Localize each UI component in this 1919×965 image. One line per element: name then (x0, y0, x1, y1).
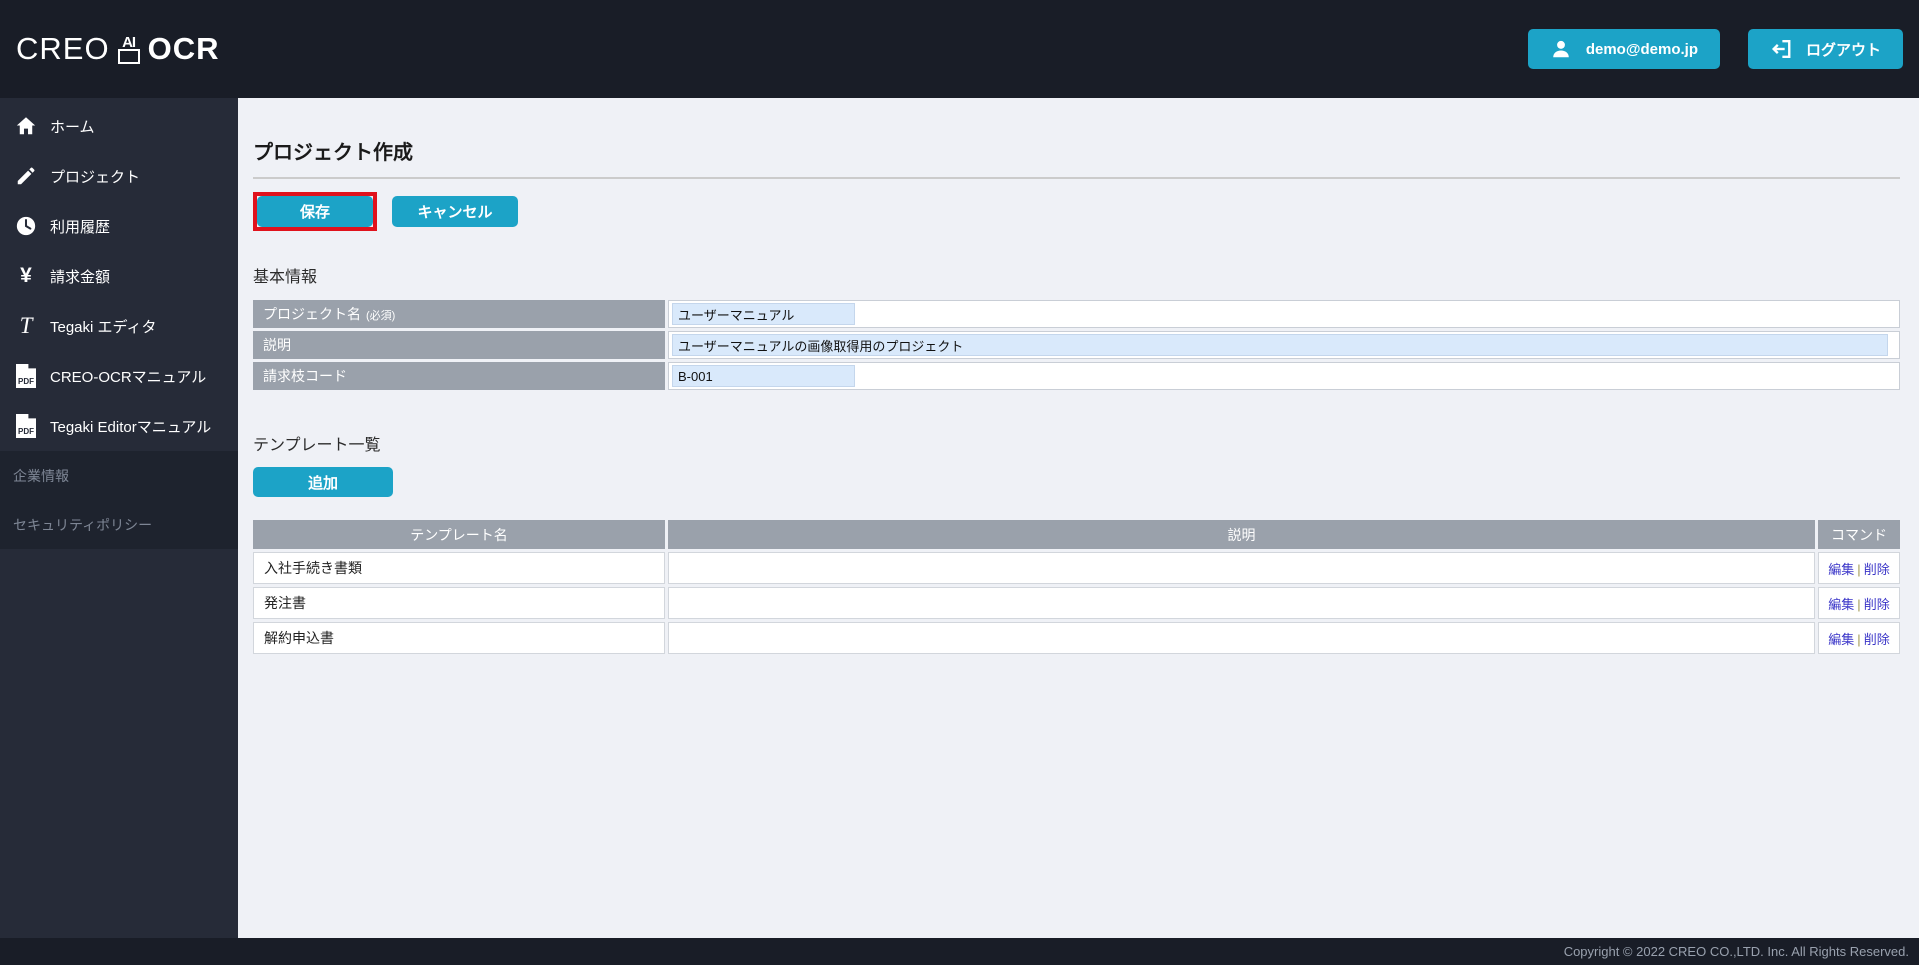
field-label-description: 説明 (253, 331, 665, 359)
template-table-header-row: テンプレート名 説明 コマンド (253, 520, 1900, 549)
sidebar-secondary-section: 企業情報 セキュリティポリシー (0, 451, 238, 549)
app-logo: CREO AI OCR (16, 31, 219, 67)
required-note: (必須) (366, 310, 396, 322)
table-row: プロジェクト名 (必須) (253, 300, 1900, 328)
sidebar-item-tegaki-editor[interactable]: T Tegaki エディタ (0, 301, 238, 351)
column-header-command: コマンド (1818, 520, 1900, 549)
sidebar-item-label: セキュリティポリシー (13, 516, 153, 533)
template-description-cell (668, 587, 1815, 619)
billing-branch-code-input[interactable] (672, 365, 855, 387)
user-icon (1553, 40, 1569, 58)
sidebar-item-label: CREO-OCRマニュアル (50, 368, 207, 386)
table-row: 入社手続き書類 編集 | 削除 (253, 552, 1900, 584)
field-label-billing-branch-code: 請求枝コード (253, 362, 665, 390)
delete-link[interactable]: 削除 (1864, 632, 1890, 647)
template-description-cell (668, 622, 1815, 654)
edit-link[interactable]: 編集 (1828, 562, 1854, 577)
column-header-template-name: テンプレート名 (253, 520, 665, 549)
clock-icon (13, 213, 39, 239)
sidebar-item-label: Tegaki Editorマニュアル (50, 418, 212, 436)
table-row: 説明 (253, 331, 1900, 359)
sidebar-item-home[interactable]: ホーム (0, 101, 238, 151)
template-name-cell: 発注書 (253, 587, 665, 619)
pdf-icon: PDF (13, 363, 39, 389)
save-button[interactable]: 保存 (257, 196, 373, 227)
column-header-description: 説明 (668, 520, 1815, 549)
user-email: demo@demo.jp (1585, 40, 1698, 58)
delete-link[interactable]: 削除 (1864, 597, 1890, 612)
template-name-cell: 入社手続き書類 (253, 552, 665, 584)
sidebar-item-label: 請求金額 (50, 268, 111, 286)
pencil-icon (13, 163, 39, 189)
template-table: テンプレート名 説明 コマンド 入社手続き書類 編集 | 削除 発注書 編集 | 削除 … (250, 517, 1903, 657)
sidebar-item-tegaki-editor-manual[interactable]: PDF Tegaki Editorマニュアル (0, 401, 238, 451)
command-separator: | (1857, 631, 1861, 647)
basic-info-table: プロジェクト名(必須) 説明 請求枝コード (250, 297, 1903, 393)
sidebar-item-creo-ocr-manual[interactable]: PDF CREO-OCRマニュアル (0, 351, 238, 401)
command-separator: | (1857, 596, 1861, 612)
form-action-buttons: 保存 キャンセル (253, 192, 1900, 231)
template-list-heading: テンプレート一覧 (253, 437, 381, 454)
user-account-button[interactable]: demo@demo.jp (1527, 29, 1720, 69)
command-separator: | (1857, 561, 1861, 577)
sidebar: ホーム プロジェクト 利用履歴 ¥ 請求金額 T Tegaki エディタ PDF (0, 98, 238, 938)
template-name-cell: 解約申込書 (253, 622, 665, 654)
field-label-project-name: プロジェクト名 (必須) (253, 300, 665, 328)
template-description-cell (668, 552, 1815, 584)
home-icon (13, 113, 39, 139)
creo-ai-mark-icon: AI (113, 33, 145, 65)
header-actions: demo@demo.jp ログアウト (1527, 29, 1903, 69)
main-content: プロジェクト作成 保存 キャンセル 基本情報 プロジェクト名(必須) 説明 (238, 98, 1919, 938)
save-button-highlight-box: 保存 (253, 192, 377, 231)
app-header: CREO AI OCR demo@demo.jp ログアウト (0, 0, 1919, 98)
yen-icon: ¥ (20, 264, 32, 287)
table-row: 請求枝コード (253, 362, 1900, 390)
title-divider (253, 177, 1900, 179)
sidebar-item-usage-history[interactable]: 利用履歴 (0, 201, 238, 251)
table-row: 発注書 編集 | 削除 (253, 587, 1900, 619)
delete-link[interactable]: 削除 (1864, 562, 1890, 577)
cancel-button[interactable]: キャンセル (392, 196, 518, 227)
sidebar-item-label: ホーム (50, 118, 95, 136)
edit-link[interactable]: 編集 (1828, 597, 1854, 612)
sidebar-item-security-policy[interactable]: セキュリティポリシー (0, 500, 238, 549)
sidebar-item-company-info[interactable]: 企業情報 (0, 451, 238, 500)
pdf-icon: PDF (13, 413, 39, 439)
table-row: 解約申込書 編集 | 削除 (253, 622, 1900, 654)
edit-link[interactable]: 編集 (1828, 632, 1854, 647)
logout-icon (1771, 40, 1791, 58)
copyright-text: Copyright © 2022 CREO CO.,LTD. Inc. All … (1563, 944, 1909, 959)
sidebar-item-label: 利用履歴 (50, 218, 111, 236)
logo-text-creo: CREO (16, 31, 110, 66)
sidebar-item-project[interactable]: プロジェクト (0, 151, 238, 201)
project-name-input[interactable] (672, 303, 855, 325)
sidebar-item-label: 企業情報 (13, 467, 69, 484)
page-title: プロジェクト作成 (253, 142, 413, 164)
footer: Copyright © 2022 CREO CO.,LTD. Inc. All … (0, 938, 1919, 965)
sidebar-item-label: プロジェクト (50, 168, 141, 186)
description-input[interactable] (672, 334, 1888, 356)
sidebar-item-label: Tegaki エディタ (50, 318, 157, 336)
add-template-button[interactable]: 追加 (253, 467, 393, 497)
sidebar-item-billing[interactable]: ¥ 請求金額 (0, 251, 238, 301)
logo-text-ocr: OCR (147, 31, 220, 66)
basic-info-heading: 基本情報 (253, 269, 318, 286)
logout-button[interactable]: ログアウト (1747, 29, 1903, 69)
tegaki-icon: T (19, 313, 33, 338)
